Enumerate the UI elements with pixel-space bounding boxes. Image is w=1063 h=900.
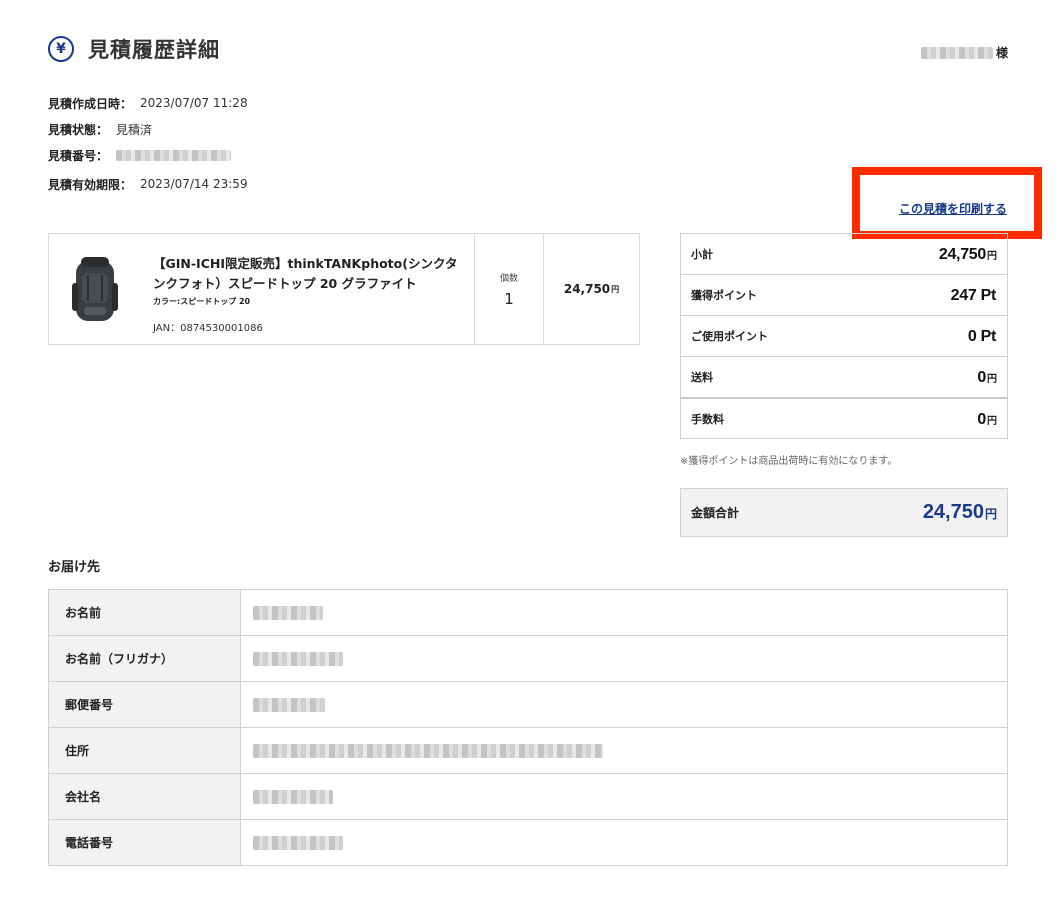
delivery-label: お名前（フリガナ） (48, 635, 241, 682)
summary-value: 0 (977, 369, 986, 386)
delivery-value (240, 819, 1008, 866)
delivery-label: 郵便番号 (48, 681, 241, 728)
meta-number-redacted (116, 149, 232, 161)
delivery-title: お届け先 (48, 560, 101, 575)
page-title: 見積履歴詳細 (88, 38, 220, 62)
delivery-label: 会社名 (48, 773, 241, 820)
meta-created-label: 見積作成日時： (48, 96, 133, 111)
meta-status: 見積状態： 見積済 (48, 121, 248, 137)
delivery-value (240, 635, 1008, 682)
quantity-value: 1 (504, 289, 514, 308)
product-price: 24,750 (563, 282, 611, 296)
summary-label: 獲得ポイント (691, 289, 757, 302)
summary-used-points: ご使用ポイント 0 Pt (681, 315, 1007, 356)
meta-expiry-label: 見積有効期限： (48, 177, 133, 192)
points-note: ※獲得ポイントは商品出荷時に有効になります。 (680, 456, 898, 467)
quantity-cell: 個数 1 (474, 234, 543, 344)
summary-shipping: 送料 0円 (681, 356, 1007, 397)
table-row: 住所 (48, 727, 1008, 774)
customer-name-redacted (920, 46, 993, 59)
summary-label: 手数料 (691, 412, 724, 426)
total-label: 金額合計 (691, 506, 740, 520)
product-color: カラー:スピードトップ 20 (153, 297, 251, 306)
print-estimate-link[interactable]: この見積を印刷する (899, 200, 1007, 217)
delivery-value (240, 727, 1008, 774)
total-unit: 円 (984, 507, 997, 521)
table-row: 会社名 (48, 773, 1008, 820)
redacted-value (253, 651, 343, 666)
delivery-value (240, 681, 1008, 728)
meta-expiry: 見積有効期限： 2023/07/14 23:59 (48, 176, 248, 192)
product-image[interactable] (49, 234, 129, 344)
table-row: 郵便番号 (48, 681, 1008, 728)
estimate-meta: 見積作成日時： 2023/07/07 11:28 見積状態： 見積済 見積番号：… (48, 95, 248, 192)
summary-earned-points: 獲得ポイント 247 Pt (681, 274, 1007, 315)
meta-created: 見積作成日時： 2023/07/07 11:28 (48, 95, 248, 111)
price-cell: 24,750 円 (543, 234, 639, 344)
delivery-table: お名前 お名前（フリガナ） 郵便番号 住所 会社名 電話番号 (48, 589, 1008, 866)
summary-label: 小計 (691, 248, 713, 261)
summary-label: ご使用ポイント (691, 330, 768, 343)
product-info: 【GIN-ICHI限定販売】thinkTANKphoto(シンクタンクフォト）ス… (129, 234, 474, 344)
customer-suffix: 様 (995, 46, 1008, 60)
meta-expiry-value: 2023/07/14 23:59 (140, 177, 248, 191)
summary-unit: 円 (987, 415, 997, 427)
delivery-value (240, 773, 1008, 820)
summary-unit: 円 (987, 251, 997, 262)
customer-name: 様 (920, 44, 1008, 61)
table-row: お名前（フリガナ） (48, 635, 1008, 682)
product-row: 【GIN-ICHI限定販売】thinkTANKphoto(シンクタンクフォト）ス… (48, 233, 640, 345)
page-header: ¥ 見積履歴詳細 (48, 34, 220, 64)
product-jan: JAN：0874530001086 (153, 323, 263, 334)
summary-value: 247 Pt (950, 287, 997, 304)
summary-value: 0 Pt (967, 328, 996, 345)
meta-number: 見積番号： (48, 147, 248, 163)
summary-value: 24,750 (938, 246, 986, 263)
redacted-value (253, 605, 323, 620)
table-row: お名前 (48, 589, 1008, 636)
meta-number-label: 見積番号： (48, 148, 109, 163)
delivery-value (240, 589, 1008, 636)
total-box: 金額合計 24,750円 (680, 488, 1008, 537)
delivery-label: 住所 (48, 727, 241, 774)
price-summary: 小計 24,750円 獲得ポイント 247 Pt ご使用ポイント 0 Pt 送料… (680, 233, 1008, 439)
summary-value: 0 (977, 410, 986, 428)
summary-label: 送料 (691, 371, 713, 384)
summary-subtotal: 小計 24,750円 (681, 234, 1007, 274)
meta-status-value: 見積済 (116, 122, 153, 137)
redacted-value (253, 789, 333, 804)
table-row: 電話番号 (48, 819, 1008, 866)
delivery-label: お名前 (48, 589, 241, 636)
summary-unit: 円 (987, 374, 997, 385)
redacted-value (253, 697, 325, 712)
yen-circle-icon: ¥ (48, 36, 74, 62)
product-price-unit: 円 (611, 284, 620, 294)
meta-status-label: 見積状態： (48, 122, 109, 137)
total-value: 24,750 (922, 501, 984, 523)
product-name[interactable]: 【GIN-ICHI限定販売】thinkTANKphoto(シンクタンクフォト）ス… (153, 254, 464, 294)
summary-fee: 手数料 0円 (681, 397, 1007, 438)
redacted-value (253, 835, 343, 850)
meta-created-value: 2023/07/07 11:28 (140, 96, 248, 110)
redacted-value (253, 743, 603, 758)
backpack-icon (72, 257, 118, 321)
quantity-label: 個数 (499, 273, 518, 284)
delivery-label: 電話番号 (48, 819, 241, 866)
